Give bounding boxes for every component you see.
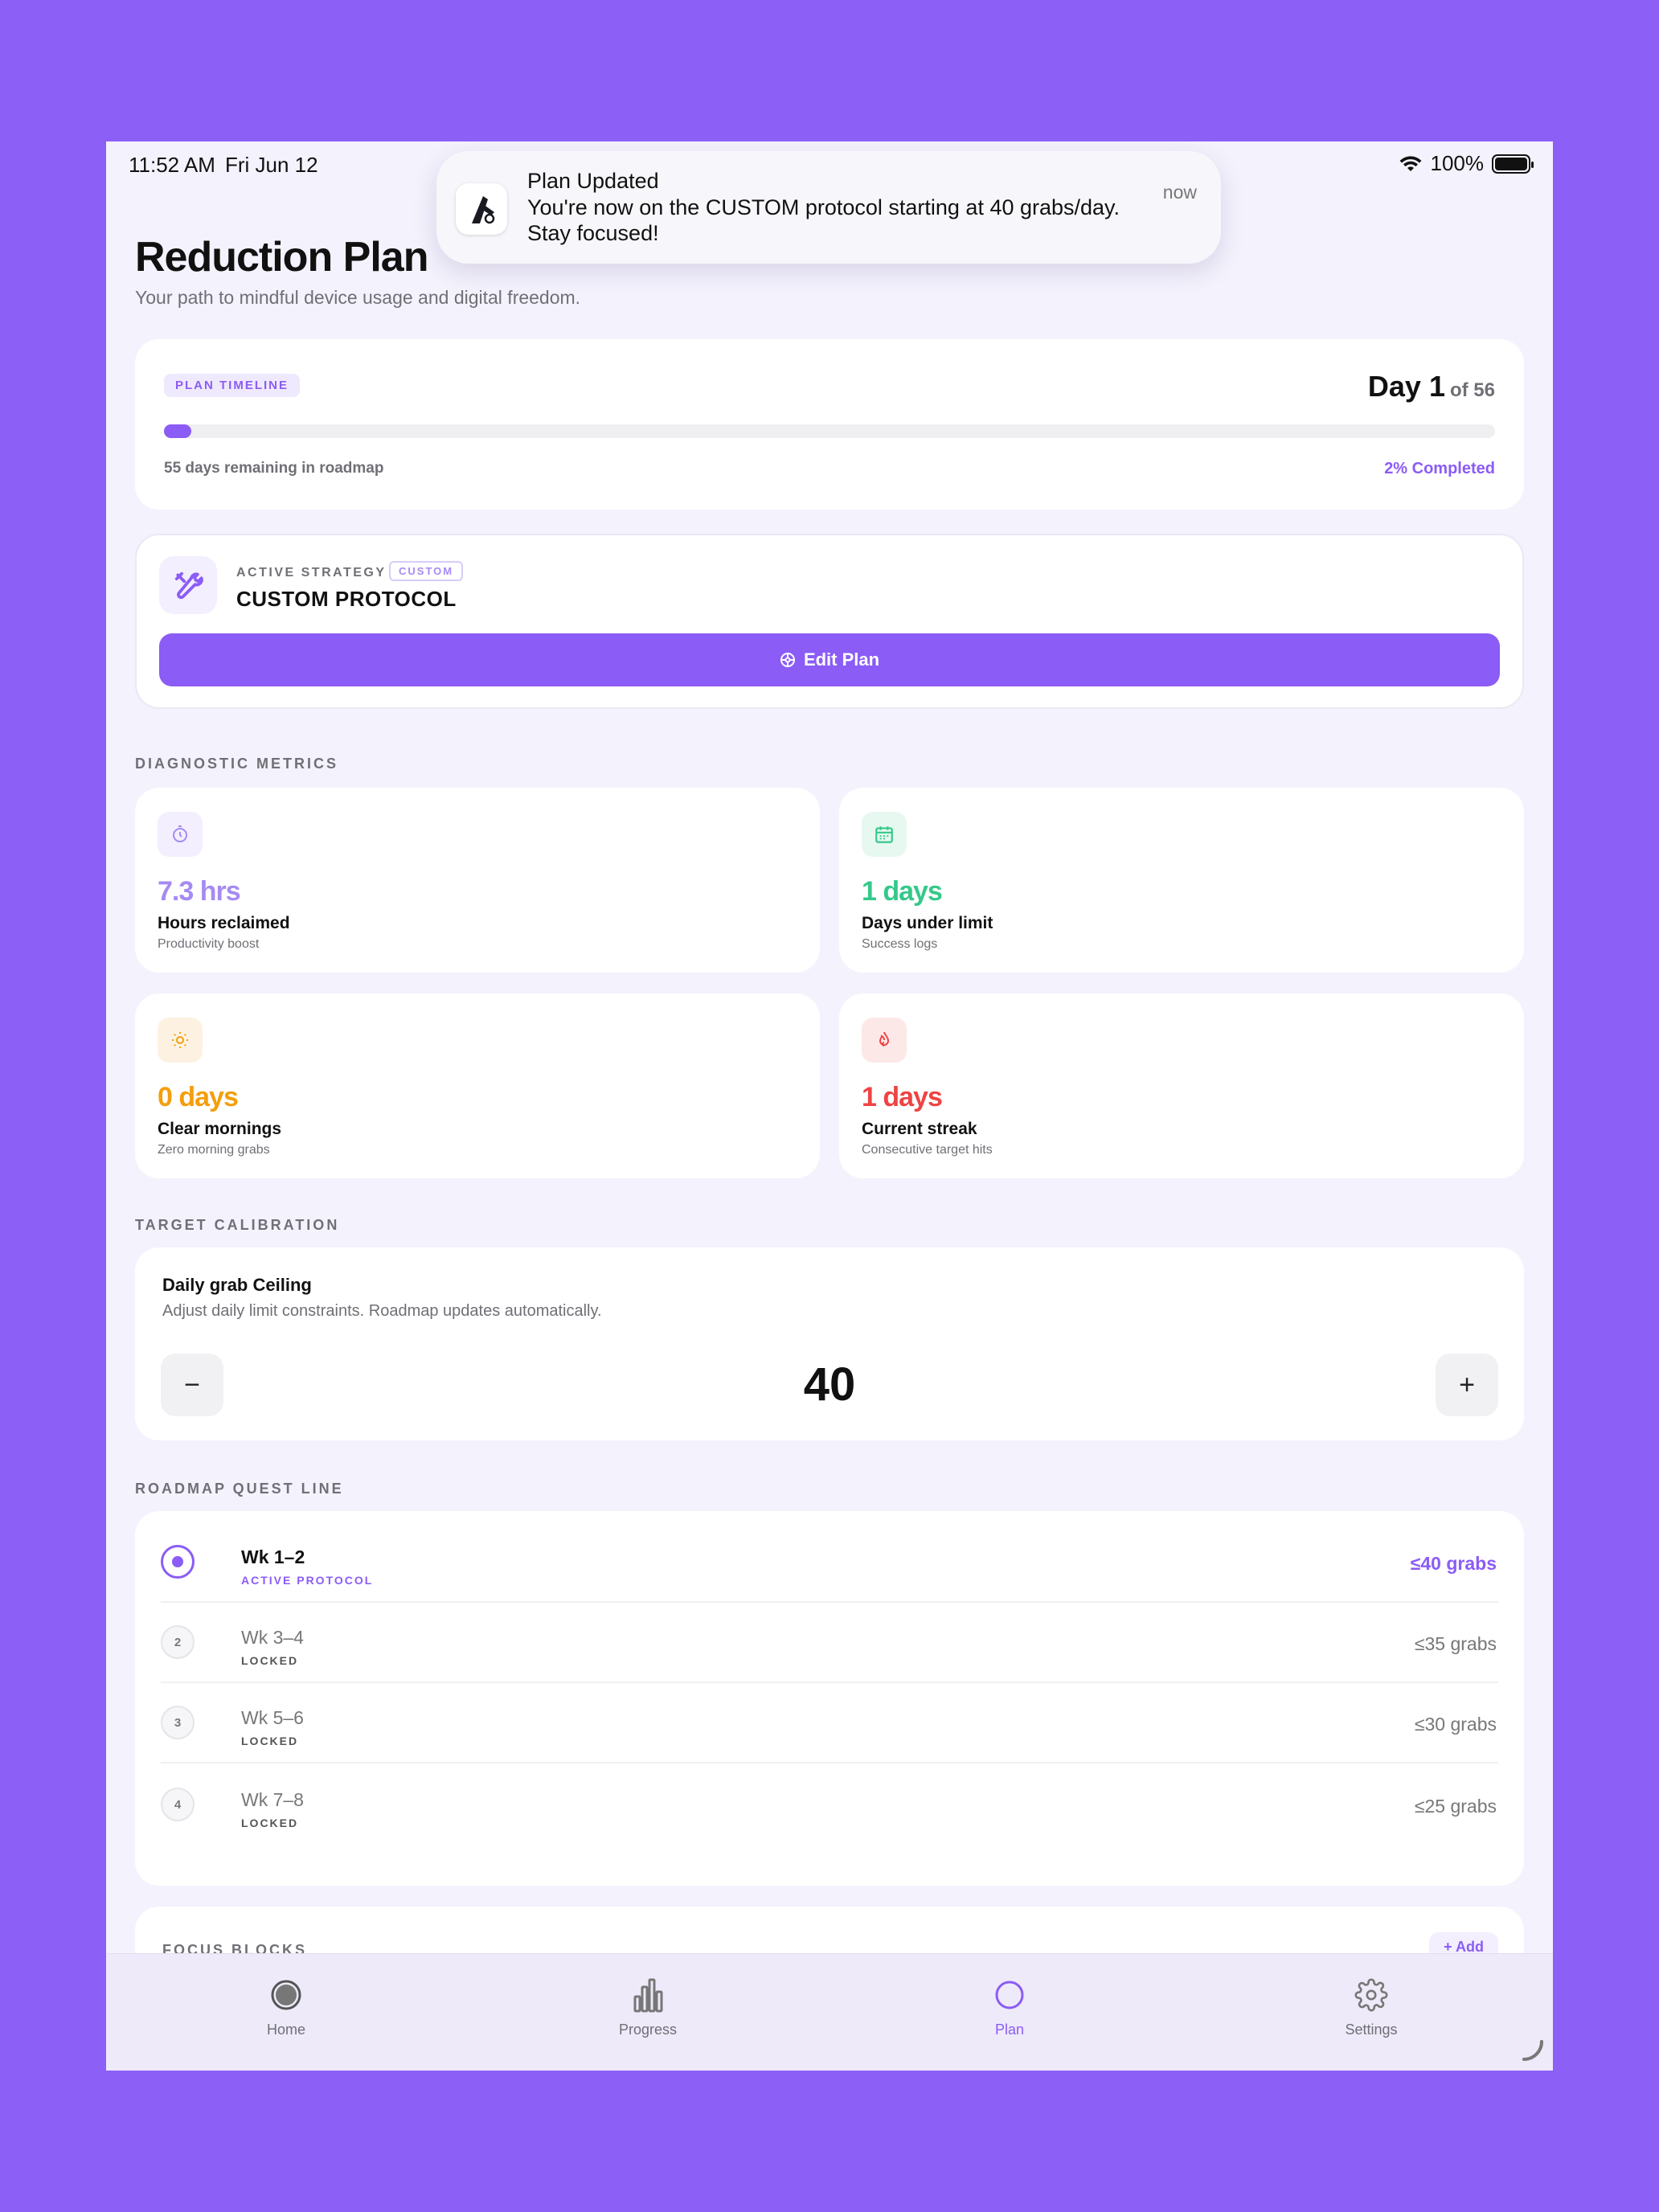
metric-value: 1 days [862,876,943,907]
tab-progress[interactable]: Progress [567,1976,728,2038]
tools-icon [159,556,217,614]
tab-label: Plan [994,2022,1025,2038]
metric-sublabel: Productivity boost [158,937,260,951]
flame-icon [862,1018,907,1063]
day-total: of 56 [1449,379,1495,401]
edit-plan-icon [780,653,795,667]
calendar-icon [862,812,907,857]
increment-button[interactable]: + [1436,1354,1498,1416]
metric-sublabel: Success logs [862,937,938,951]
divider [161,1762,1498,1763]
tab-label: Settings [1345,2022,1398,2038]
roadmap-section-label: ROADMAP QUEST LINE [135,1481,344,1497]
page-subtitle: Your path to mindful device usage and di… [135,287,581,308]
day-counter: Day 1 of 56 [1368,370,1495,403]
battery-icon [1492,154,1534,174]
metric-value: 0 days [158,1082,239,1112]
metric-value: 7.3 hrs [158,876,241,907]
notification-title: Plan Updated [527,169,659,193]
roadmap-item-wk1[interactable]: Wk 1–2 ACTIVE PROTOCOL ≤40 grabs [135,1522,1524,1603]
days-remaining: 55 days remaining in roadmap [164,460,384,477]
roadmap-item-name: Wk 5–6 [241,1707,304,1728]
metric-card-clear-mornings[interactable]: 0 days Clear mornings Zero morning grabs [135,993,820,1178]
roadmap-item-name: Wk 1–2 [241,1546,305,1567]
timeline-progress-bar [164,424,1495,438]
metric-card-current-streak[interactable]: 1 days Current streak Consecutive target… [839,993,1524,1178]
ceiling-subtitle: Adjust daily limit constraints. Roadmap … [162,1302,602,1320]
metric-label: Days under limit [862,914,993,932]
battery-percent: 100% [1430,151,1485,175]
step-number: 2 [161,1625,195,1659]
metric-sublabel: Zero morning grabs [158,1143,270,1157]
roadmap-card: Wk 1–2 ACTIVE PROTOCOL ≤40 grabs 2 Wk 3–… [135,1511,1524,1886]
active-marker-icon [161,1545,195,1579]
status-date: Fri Jun 12 [225,153,318,177]
page-title: Reduction Plan [135,234,428,281]
plan-timeline-badge: PLAN TIMELINE [164,374,300,397]
roadmap-item-wk3[interactable]: 2 Wk 3–4 LOCKED ≤35 grabs [135,1603,1524,1683]
tab-plan[interactable]: Plan [929,1976,1090,2038]
app-icon [456,183,507,235]
tab-label: Home [266,2022,305,2038]
tab-label: Progress [618,2022,678,2038]
home-icon [206,1976,367,2013]
tab-home[interactable]: Home [206,1976,367,2038]
roadmap-item-limit: ≤25 grabs [1414,1796,1497,1817]
circle-icon [929,1976,1090,2013]
metric-sublabel: Consecutive target hits [862,1143,993,1157]
metric-value: 1 days [862,1082,943,1112]
ipad-screen: 11:52 AM Fri Jun 12 100% Reduction Plan … [106,141,1553,2071]
step-number: 4 [161,1788,195,1821]
bar-chart-icon [567,1976,728,2013]
tab-bar: Home Progress Plan Settings [106,1953,1553,2071]
roadmap-item-status: LOCKED [241,1735,299,1747]
ceiling-value: 40 [803,1358,856,1411]
status-right: 100% [1399,151,1534,176]
decrement-button[interactable]: − [161,1354,223,1416]
metric-card-hours-reclaimed[interactable]: 7.3 hrs Hours reclaimed Productivity boo… [135,788,820,973]
roadmap-item-name: Wk 7–8 [241,1789,304,1810]
tab-settings[interactable]: Settings [1291,1976,1452,2038]
roadmap-item-wk7[interactable]: 4 Wk 7–8 LOCKED ≤25 grabs [135,1765,1524,1845]
sun-icon [158,1018,203,1063]
roadmap-item-limit: ≤35 grabs [1414,1633,1497,1654]
roadmap-item-status: LOCKED [241,1654,299,1667]
active-strategy-card: ACTIVE STRATEGY CUSTOM CUSTOM PROTOCOL E… [135,534,1524,709]
roadmap-item-limit: ≤40 grabs [1410,1553,1497,1574]
metric-label: Current streak [862,1120,977,1138]
roadmap-item-status: LOCKED [241,1817,299,1829]
plus-icon: + [1444,1939,1456,1955]
roadmap-item-status: ACTIVE PROTOCOL [241,1574,374,1587]
add-label: Add [1456,1939,1484,1955]
day-label: Day 1 [1367,370,1445,403]
stopwatch-icon [158,812,203,857]
roadmap-item-name: Wk 3–4 [241,1627,304,1648]
daily-ceiling-card: Daily grab Ceiling Adjust daily limit co… [135,1247,1524,1440]
strategy-label: ACTIVE STRATEGY [236,566,387,580]
plan-timeline-card: PLAN TIMELINE Day 1 of 56 55 days remaini… [135,339,1524,510]
gear-icon [1291,1976,1452,2013]
metrics-section-label: DIAGNOSTIC METRICS [135,756,339,772]
calibration-section-label: TARGET CALIBRATION [135,1217,340,1233]
metric-label: Hours reclaimed [158,914,290,932]
notification-time: now [1162,182,1197,203]
roadmap-item-limit: ≤30 grabs [1414,1714,1497,1735]
notification-body: You're now on the CUSTOM protocol starti… [527,195,1120,245]
timeline-progress-fill [164,424,191,438]
strategy-badge: CUSTOM [389,561,464,581]
edit-plan-label: Edit Plan [803,649,880,670]
roadmap-item-wk5[interactable]: 3 Wk 5–6 LOCKED ≤30 grabs [135,1683,1524,1763]
completed-percent: 2% Completed [1384,460,1495,477]
edit-plan-button[interactable]: Edit Plan [159,633,1500,686]
wifi-icon [1399,155,1421,171]
notification-banner[interactable]: Plan Updated You're now on the CUSTOM pr… [436,151,1221,264]
metric-label: Clear mornings [158,1120,282,1138]
resize-handle-icon[interactable] [1521,2038,1545,2062]
metric-card-days-under-limit[interactable]: 1 days Days under limit Success logs [839,788,1524,973]
strategy-name: CUSTOM PROTOCOL [236,587,457,611]
step-number: 3 [161,1706,195,1739]
ceiling-title: Daily grab Ceiling [162,1275,312,1295]
status-time: 11:52 AM [129,153,215,177]
